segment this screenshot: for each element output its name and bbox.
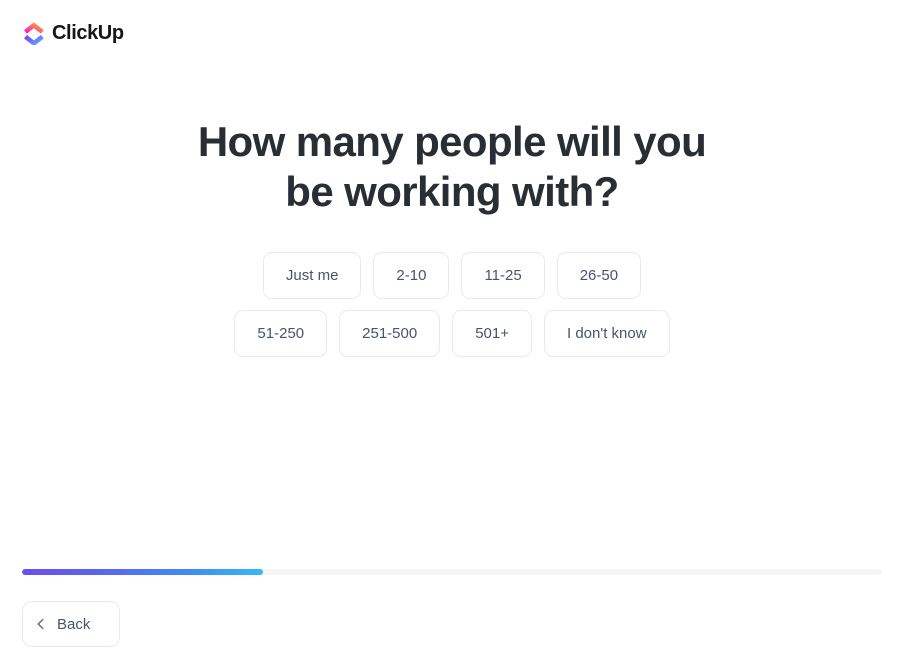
team-size-options-row-2: 51-250 251-500 501+ I don't know [102, 310, 802, 357]
page-title-line-2: be working with? [285, 168, 619, 215]
option-26-50[interactable]: 26-50 [556, 252, 642, 299]
clickup-wordmark: ClickUp [52, 22, 124, 44]
team-size-options-row-1: Just me 2-10 11-25 26-50 [102, 252, 802, 299]
option-2-10[interactable]: 2-10 [373, 252, 450, 299]
page-title: How many people will you be working with… [0, 66, 904, 217]
option-251-500[interactable]: 251-500 [339, 310, 441, 357]
back-button[interactable]: Back [22, 601, 120, 647]
onboarding-progress-fill [22, 569, 263, 575]
onboarding-progress-bar [22, 569, 882, 575]
back-button-label: Back [57, 615, 91, 633]
option-501-plus[interactable]: 501+ [452, 310, 532, 357]
page-header: ClickUp [0, 0, 904, 66]
option-51-250[interactable]: 51-250 [234, 310, 328, 357]
page-title-line-1: How many people will you [197, 118, 707, 165]
clickup-logo[interactable]: ClickUp [22, 21, 124, 47]
option-i-dont-know[interactable]: I don't know [544, 310, 670, 357]
clickup-chevron-logo-icon [22, 21, 46, 47]
option-11-25[interactable]: 11-25 [461, 252, 545, 299]
team-size-options: Just me 2-10 11-25 26-50 51-250 251-500 … [102, 217, 802, 357]
onboarding-main: How many people will you be working with… [0, 66, 904, 556]
page-footer: Back [22, 601, 120, 647]
option-just-me[interactable]: Just me [262, 252, 362, 299]
chevron-left-icon [35, 618, 47, 630]
